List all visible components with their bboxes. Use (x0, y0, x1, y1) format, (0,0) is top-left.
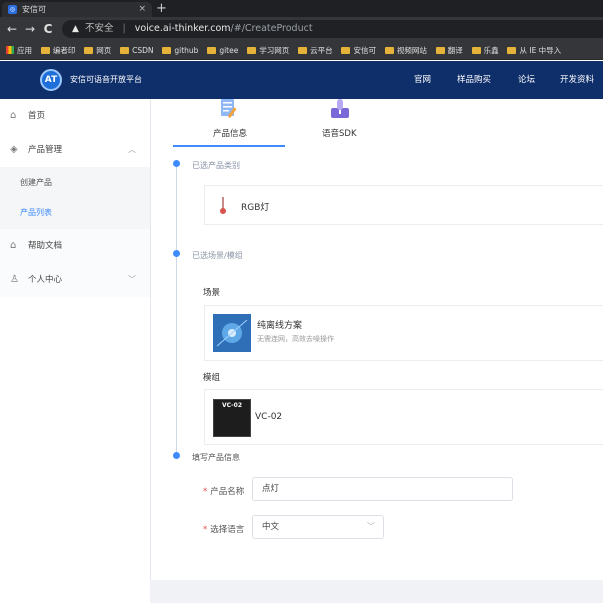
product-submenu: 创建产品 产品列表 (0, 167, 150, 229)
chevron-up-icon: ︿ (128, 145, 136, 154)
folder-icon (471, 47, 481, 54)
main-content: 产品信息 语音SDK 已选产品类别 RGB灯 已选场景/模组 场景 纯离线方案 … (151, 99, 603, 580)
nav-official-site[interactable]: 官网 (414, 61, 431, 99)
rgb-lamp-icon (220, 197, 226, 214)
home-icon: ⌂ (10, 110, 17, 121)
sidebar-item-create-product[interactable]: 创建产品 (20, 177, 52, 188)
bookmark-item[interactable]: 云平台 (298, 41, 333, 59)
language-label: * 选择语言 (203, 525, 245, 535)
url-path: /#/CreateProduct (230, 23, 313, 34)
category-card[interactable]: RGB灯 (204, 185, 603, 225)
sidebar-item-personal-center[interactable]: ♙ 个人中心 ﹀ (0, 263, 150, 297)
folder-icon (84, 47, 94, 54)
tab-product-info[interactable]: 产品信息 (213, 127, 247, 139)
folder-icon (40, 47, 50, 54)
folder-icon (162, 47, 172, 54)
folder-icon (435, 47, 445, 54)
sidebar-item-help-docs[interactable]: ⌂ 帮助文档 (0, 229, 150, 263)
voice-sdk-icon (331, 99, 349, 118)
bookmark-item[interactable]: 安信可 (341, 41, 376, 59)
folder-icon (507, 47, 517, 54)
bookmark-item[interactable]: gitee (207, 41, 238, 59)
bookmark-item[interactable]: 视频网站 (384, 41, 427, 59)
folder-icon (298, 47, 308, 54)
nav-dev-docs[interactable]: 开发资料 (560, 61, 594, 99)
product-name-input[interactable]: 点灯 (252, 477, 513, 501)
active-tab-indicator (173, 145, 285, 147)
folder-icon (247, 47, 257, 54)
step-dot (173, 452, 180, 459)
bookmark-item[interactable]: 翻译 (435, 41, 463, 59)
sidebar-item-home[interactable]: ⌂ 首页 (0, 99, 150, 133)
brand-title: 安信可语音开放平台 (70, 75, 142, 84)
warning-icon: ▲ (72, 24, 79, 34)
bookmark-apps[interactable]: 应用 (6, 41, 32, 59)
bookmark-item[interactable]: 乐鑫 (471, 41, 499, 59)
product-name-label: * 产品名称 (203, 487, 245, 497)
scene-label: 场景 (203, 288, 221, 298)
scene-card[interactable]: 纯离线方案 无需连网，高效去噪操作 (204, 305, 603, 361)
product-info-icon (221, 99, 237, 119)
chevron-down-icon: ﹀ (128, 275, 136, 284)
document-icon: ⌂ (10, 240, 17, 251)
back-arrow-icon[interactable]: ← (4, 21, 20, 37)
bookmark-item[interactable]: 从 IE 中导入 (507, 41, 561, 59)
forward-arrow-icon[interactable]: → (22, 21, 38, 37)
chevron-down-icon: ﹀ (367, 522, 375, 531)
step-timeline (176, 163, 177, 459)
address-bar[interactable]: ▲ 不安全 | voice.ai-thinker.com/#/CreatePro… (62, 20, 603, 38)
bookmark-item[interactable]: 学习网页 (247, 41, 289, 59)
browser-tab-title: 安信可 (22, 5, 46, 14)
folder-icon (341, 47, 351, 54)
browser-tab[interactable]: ◎ 安信可 × (2, 2, 152, 17)
category-value: RGB灯 (241, 203, 270, 213)
new-tab-button[interactable]: + (156, 0, 167, 17)
folder-icon (120, 47, 130, 54)
step-scene-title: 已选场景/模组 (192, 251, 243, 260)
bookmark-item[interactable]: 网页 (84, 41, 111, 59)
user-icon: ♙ (10, 274, 19, 285)
url-host: voice.ai-thinker.com (134, 23, 231, 34)
apps-grid-icon (6, 46, 14, 54)
bookmark-item[interactable]: CSDN (120, 41, 154, 59)
folder-icon (384, 47, 394, 54)
module-label: 模组 (203, 373, 221, 383)
nav-forum[interactable]: 论坛 (518, 61, 535, 99)
url-separator: | (122, 23, 126, 34)
sidebar-lower-group: ⌂ 帮助文档 ♙ 个人中心 ﹀ (0, 229, 150, 297)
offline-scheme-image (213, 314, 251, 352)
sidebar-item-product-mgmt[interactable]: ◈ 产品管理 ︿ (0, 133, 150, 167)
step-fill-info-title: 填写产品信息 (192, 453, 240, 462)
module-name: VC-02 (255, 412, 283, 422)
sidebar-item-product-list[interactable]: 产品列表 (20, 207, 52, 218)
language-select[interactable]: 中文 ﹀ (252, 515, 384, 539)
layers-icon: ◈ (10, 144, 18, 155)
folder-icon (207, 47, 217, 54)
favicon-icon: ◎ (8, 5, 17, 14)
nav-sample-purchase[interactable]: 样品购买 (457, 61, 491, 99)
step-category-title: 已选产品类别 (192, 161, 240, 170)
scene-name: 纯离线方案 (257, 321, 303, 331)
module-card[interactable]: VC-02 VC-02 (204, 389, 603, 445)
browser-toolbar: ← → C ▲ 不安全 | voice.ai-thinker.com/#/Cre… (0, 17, 603, 41)
step-dot (173, 250, 180, 257)
scene-description: 无需连网，高效去噪操作 (257, 335, 334, 343)
tab-voice-sdk[interactable]: 语音SDK (322, 127, 357, 139)
bookmarks-bar: 应用 编者印 网页 CSDN github gitee 学习网页 云平台 安信可… (0, 41, 603, 60)
security-label: 不安全 (84, 23, 114, 34)
reload-icon[interactable]: C (40, 21, 56, 37)
browser-tab-bar: ◎ 安信可 × + (0, 0, 603, 17)
close-tab-icon[interactable]: × (138, 2, 146, 17)
bookmark-item[interactable]: github (162, 41, 198, 59)
page-bottom-strip (150, 580, 603, 603)
bookmark-item[interactable]: 编者印 (40, 41, 75, 59)
step-dot (173, 160, 180, 167)
vc02-module-image: VC-02 (213, 399, 251, 437)
site-header: AT 安信可语音开放平台 官网 样品购买 论坛 开发资料 (0, 61, 603, 99)
logo[interactable]: AT (40, 69, 62, 91)
